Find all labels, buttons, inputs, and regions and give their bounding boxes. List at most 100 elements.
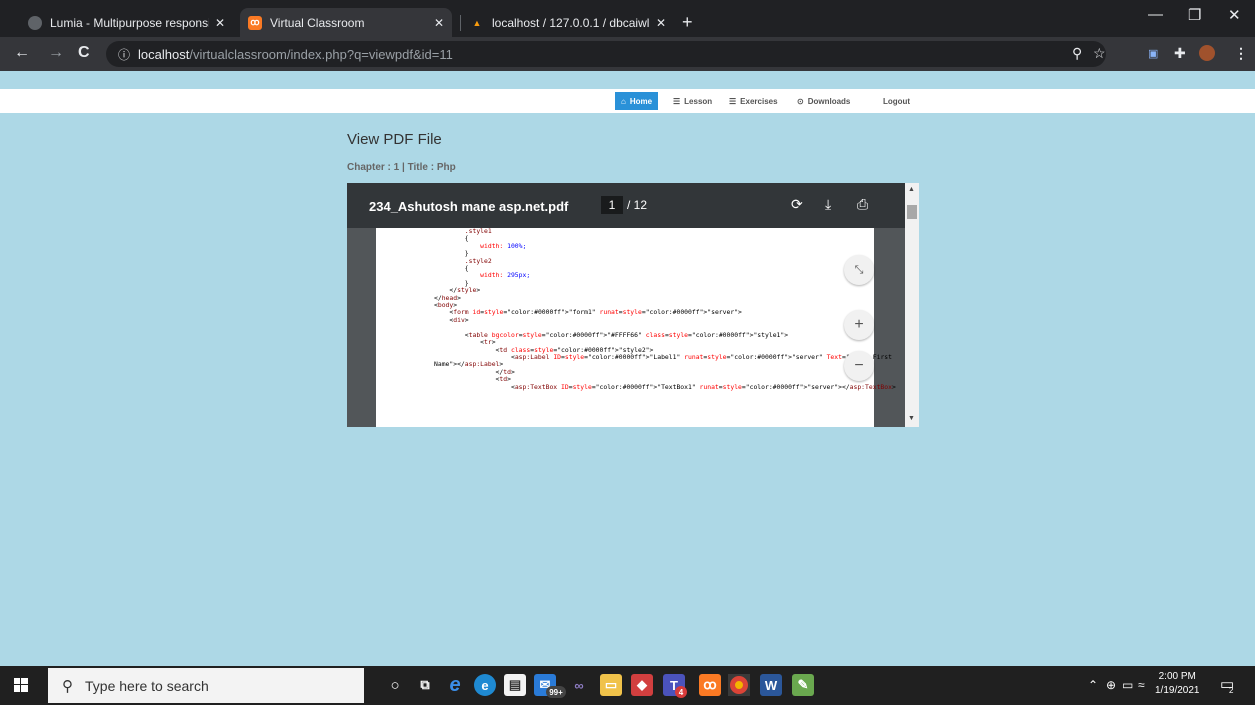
nav-label: Lesson <box>684 96 713 106</box>
maximize-button[interactable]: ❐ <box>1188 6 1201 24</box>
download-icon[interactable]: ⤓ <box>825 196 831 213</box>
pdf-toolbar: 234_Ashutosh mane asp.net.pdf 1 / 12 ⟳ ⤓… <box>347 183 905 228</box>
scrollbar-thumb[interactable] <box>907 205 917 219</box>
globe-icon <box>28 15 42 30</box>
code-line: width: 295px; <box>480 271 531 280</box>
task-view-icon[interactable]: ⧉ <box>414 674 436 696</box>
info-icon[interactable]: ⓘ <box>118 46 130 63</box>
address-bar[interactable]: ⓘ localhost /virtualclassroom/index.php?… <box>106 41 1106 67</box>
menu-icon[interactable]: ⋮ <box>1234 45 1248 62</box>
word-icon[interactable]: W <box>760 674 782 696</box>
wifi-icon[interactable]: ≈ <box>1138 678 1145 692</box>
code-line: } <box>434 249 469 258</box>
store-icon[interactable]: ▤ <box>504 674 526 696</box>
ie-icon[interactable]: e <box>444 674 466 696</box>
scroll-up-icon[interactable]: ▲ <box>908 186 915 193</box>
nav-exercises[interactable]: ☰ Exercises <box>723 92 784 110</box>
minimize-button[interactable]: — <box>1148 6 1163 23</box>
extension-icon[interactable]: ▣ <box>1148 47 1158 60</box>
tab-lumia[interactable]: Lumia - Multipurpose responsive ✕ <box>20 8 233 37</box>
teams-badge: 4 <box>675 686 687 698</box>
fit-page-icon[interactable]: ⤡ <box>844 255 874 285</box>
edge-icon[interactable]: e <box>474 674 496 696</box>
nav-label: Downloads <box>807 96 851 106</box>
pdf-page: .style1 { width: 100%; } .style2 { width… <box>376 227 896 427</box>
code-line: <div> <box>434 315 469 324</box>
close-window-button[interactable]: ✕ <box>1228 6 1241 24</box>
file-explorer-icon[interactable]: ▭ <box>600 674 622 696</box>
download-icon: ⊙ <box>797 96 804 106</box>
scroll-down-icon[interactable]: ▼ <box>908 415 915 422</box>
page-total: / 12 <box>627 198 648 212</box>
close-tab-icon[interactable]: ✕ <box>656 16 666 30</box>
pdf-viewer[interactable]: .style1 { width: 100%; } .style2 { width… <box>347 183 919 427</box>
search-placeholder: Type here to search <box>85 677 209 694</box>
code-line: } <box>434 278 469 287</box>
bookmark-star-icon[interactable]: ☆ <box>1093 45 1106 62</box>
new-tab-button[interactable]: + <box>682 12 693 33</box>
windows-taskbar: ⚲ Type here to search ○ ⧉ e e ▤ ✉ 99+ ∞ … <box>0 666 1255 705</box>
cortana-icon[interactable]: ○ <box>384 674 406 696</box>
code-line: .style2 <box>464 256 492 265</box>
forward-icon[interactable]: → <box>48 44 64 62</box>
browser-tab-strip: Lumia - Multipurpose responsive ✕ ꝏ Virt… <box>0 0 1255 37</box>
git-app-icon[interactable]: ◆ <box>631 674 653 696</box>
list-icon: ☰ <box>673 96 681 106</box>
nav-label: Logout <box>883 96 911 106</box>
store-badge: 99+ <box>546 686 566 698</box>
pdf-scrollbar[interactable]: ▲ ▼ <box>905 183 919 427</box>
rotate-icon[interactable]: ⟳ <box>791 196 803 213</box>
code-line: </style> <box>434 286 481 295</box>
notification-count: 2 <box>1229 686 1234 695</box>
clock-time: 2:00 PM <box>1158 671 1196 682</box>
notepad-icon[interactable]: ✎ <box>792 674 814 696</box>
nav-label: Exercises <box>740 96 778 106</box>
code-line: width: 100%; <box>480 241 527 250</box>
close-tab-icon[interactable]: ✕ <box>215 16 225 30</box>
chrome-icon[interactable] <box>728 674 750 696</box>
tab-label: localhost / 127.0.0.1 / dbcaiwl / t <box>492 15 650 30</box>
nav-lesson[interactable]: ☰ Lesson <box>667 92 718 110</box>
zoom-icon[interactable]: ⚲ <box>1072 45 1082 62</box>
battery-icon[interactable]: ▭ <box>1122 678 1133 692</box>
tab-phpmyadmin[interactable]: ▲ localhost / 127.0.0.1 / dbcaiwl / t ✕ <box>462 8 674 37</box>
pdf-code-text: .style1 { width: 100%; } .style2 { width… <box>434 227 896 391</box>
reload-icon[interactable]: C <box>78 44 90 62</box>
taskbar-search[interactable]: ⚲ Type here to search <box>48 668 364 703</box>
code-line: <table bgcolor=style="color:#0000ff">"#F… <box>434 330 789 339</box>
windows-start-icon[interactable] <box>14 678 28 692</box>
zoom-in-icon[interactable]: + <box>844 310 874 340</box>
xampp-icon[interactable]: ꝏ <box>699 674 721 696</box>
nav-logout[interactable]: Logout <box>877 92 916 110</box>
browser-toolbar: ← → C ⓘ localhost /virtualclassroom/inde… <box>0 37 1255 71</box>
print-icon[interactable]: ⎙ <box>857 196 868 213</box>
tab-virtual-classroom[interactable]: ꝏ Virtual Classroom ✕ <box>240 8 452 37</box>
code-line: <asp:TextBox ID=style="color:#0000ff">"T… <box>434 382 896 391</box>
meet-icon[interactable]: ⊕ <box>1106 678 1116 692</box>
pdf-filename: 234_Ashutosh mane asp.net.pdf <box>369 199 569 214</box>
nav-downloads[interactable]: ⊙ Downloads <box>791 92 856 110</box>
url-host: localhost <box>138 46 190 62</box>
infinity-app-icon[interactable]: ∞ <box>568 674 590 696</box>
taskbar-clock[interactable]: 2:00 PM 1/19/2021 <box>1155 670 1200 698</box>
tab-label: Virtual Classroom <box>270 15 365 30</box>
zoom-out-icon[interactable]: − <box>844 351 874 381</box>
close-tab-icon[interactable]: ✕ <box>434 16 444 30</box>
home-icon: ⌂ <box>621 96 626 106</box>
nav-home[interactable]: ⌂ Home <box>615 92 659 110</box>
xampp-icon: ꝏ <box>248 15 262 30</box>
page-title: View PDF File <box>347 131 442 148</box>
nav-label: Home <box>629 96 653 106</box>
list-icon: ☰ <box>729 96 737 106</box>
page-number-input[interactable]: 1 <box>601 196 623 214</box>
tab-separator <box>460 15 461 31</box>
search-icon: ⚲ <box>62 677 73 695</box>
code-line: <form id=style="color:#0000ff">"form1" r… <box>434 308 742 317</box>
site-navbar: ⌂ Home ☰ Lesson ☰ Exercises ⊙ Downloads … <box>0 89 1255 113</box>
code-line: <asp:Label ID=style="color:#0000ff">"Lab… <box>434 352 892 361</box>
tab-label: Lumia - Multipurpose responsive <box>50 15 209 30</box>
puzzle-icon[interactable]: ✚ <box>1174 45 1186 62</box>
back-icon[interactable]: ← <box>14 44 30 62</box>
profile-avatar-icon[interactable] <box>1199 45 1215 61</box>
tray-chevron-icon[interactable]: ⌃ <box>1088 678 1098 692</box>
